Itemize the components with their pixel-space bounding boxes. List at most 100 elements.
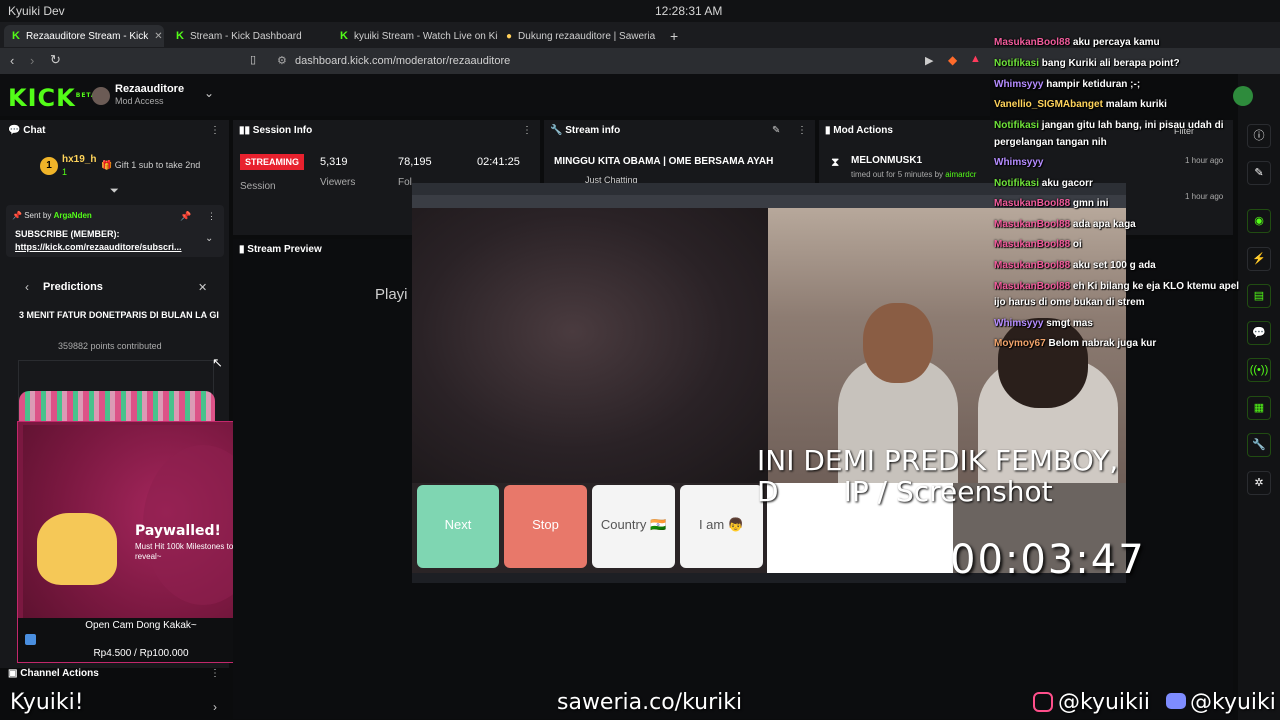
pinned-menu-icon[interactable]: ⋮ — [207, 211, 216, 222]
overlay-chat-user: MasukanBool88 — [994, 37, 1071, 48]
i-am-button[interactable]: I am 👦 — [680, 485, 763, 568]
layout-icon[interactable]: ▦ — [1247, 396, 1271, 420]
gifter-name[interactable]: hx19_h — [62, 154, 96, 165]
user-avatar[interactable] — [1233, 86, 1253, 106]
stop-button[interactable]: Stop — [504, 485, 587, 568]
overlay-chat-line: Whimsyyy — [994, 157, 1043, 168]
overlay-chat-user: Notifikasi — [994, 58, 1040, 69]
overlay-chat-message: Belom nabrak juga kur — [1048, 338, 1157, 349]
reload-icon[interactable]: ↻ — [50, 52, 61, 68]
channel-actions-menu-icon[interactable]: ⋮ — [210, 668, 220, 679]
overlay-chat-line: pergelangan tangan nih — [994, 137, 1107, 148]
new-tab-button[interactable]: + — [662, 25, 682, 47]
predictions-back-icon[interactable]: ‹ — [25, 280, 29, 294]
lightning-icon[interactable]: ⚡ — [1247, 247, 1271, 271]
countdown-timer: 00:03:47 — [950, 537, 1146, 583]
edit-stream-info-icon[interactable]: ✎ — [772, 125, 780, 136]
channel-name[interactable]: Rezaauditore — [115, 83, 184, 95]
stranger-video — [412, 208, 768, 483]
i-am-label: I am — [698, 517, 725, 532]
paywall-footer: Open Cam Dong Kakak~ Rp4.500 / Rp100.000 — [18, 618, 264, 662]
document-icon[interactable]: ▤ — [1247, 284, 1271, 308]
overlay-chat-message: aku set 100 g ada — [1072, 260, 1156, 271]
collapse-leaderboard-icon[interactable]: ⏷ — [110, 185, 119, 198]
mod-action-by[interactable]: aimardcr — [945, 170, 976, 179]
next-button[interactable]: Next — [417, 485, 499, 568]
mod-actions-title: Mod Actions — [833, 125, 893, 136]
mod-actions-header: ▮ Mod Actions — [825, 125, 893, 136]
overlay-chat-line: MasukanBool88 eh Ki bilang ke eja KLO kt… — [994, 281, 1239, 292]
viewers-label: Viewers — [320, 177, 356, 188]
overlay-chat-line: Vanellio_SIGMAbanget malam kuriki — [994, 99, 1167, 110]
browser-tab-2[interactable]: K Stream - Kick Dashboard — [168, 25, 328, 47]
gift-prompt-text: Gift 1 sub to take 2nd — [114, 160, 201, 170]
os-window-title: Kyuiki Dev — [8, 4, 65, 18]
edit-icon[interactable]: ✎ — [1247, 161, 1271, 185]
kick-logo[interactable]: KICKBETA — [8, 84, 97, 112]
overlay-chat-line: Notifikasi aku gacorr — [994, 178, 1093, 189]
overlay-chat-line: MasukanBool88 ada apa kaga — [994, 219, 1136, 230]
overlay-chat-message: bang Kuriki ali berapa point? — [1041, 58, 1180, 69]
url-field[interactable]: dashboard.kick.com/moderator/rezaauditor… — [295, 55, 510, 67]
rewards-icon[interactable]: ▲ — [970, 53, 981, 65]
channel-actions-chevron-icon[interactable]: › — [213, 700, 217, 714]
overlay-chat-user: Whimsyyy — [994, 79, 1044, 90]
headline-line-2-prefix: D — [757, 475, 779, 508]
close-tab-icon[interactable]: ✕ — [154, 31, 162, 42]
tab-label: Dukung rezaauditore | Saweria — [518, 30, 656, 42]
stream-info-menu-icon[interactable]: ⋮ — [797, 125, 807, 136]
pinned-sender: 📌 Sent by ArgaNden — [12, 211, 92, 220]
overlay-chat-line: Moymoy67 Belom nabrak juga kur — [994, 338, 1156, 349]
overlay-chat-line: Notifikasi jangan gitu lah bang, ini pis… — [994, 120, 1223, 131]
followers-label: Fol — [398, 177, 412, 188]
tab-label: Stream - Kick Dashboard — [189, 30, 302, 42]
chat-bubble-icon[interactable]: 💬 — [1247, 321, 1271, 345]
overlay-chat-user: Notifikasi — [994, 178, 1040, 189]
progress-icon — [25, 634, 36, 645]
chat-menu-icon[interactable]: ⋮ — [210, 125, 220, 136]
info-icon[interactable]: ⓘ — [1247, 124, 1271, 148]
session-menu-icon[interactable]: ⋮ — [522, 125, 532, 136]
bookmark-icon[interactable]: ▯ — [250, 53, 256, 66]
saweria-tab-icon: ● — [506, 30, 513, 42]
browser-tab-3[interactable]: K kyuiki Stream - Watch Live on Kick — [332, 25, 498, 47]
overlay-chat-message: aku percaya kamu — [1072, 37, 1160, 48]
settings-icon[interactable]: ✲ — [1247, 471, 1271, 495]
overlay-chat-message: malam kuriki — [1105, 99, 1167, 110]
overlay-chat-line: Whimsyyy smgt mas — [994, 318, 1093, 329]
pinned-user[interactable]: ArgaNden — [54, 211, 92, 220]
browser-tab-1[interactable]: K Rezaauditore Stream - Kick ✕ — [4, 25, 164, 47]
stream-preview-header: ▮ Stream Preview — [239, 244, 322, 255]
wrench-icon[interactable]: 🔧 — [1247, 433, 1271, 457]
broadcast-icon[interactable]: ((•)) — [1247, 358, 1271, 382]
pinned-link[interactable]: https://kick.com/rezaauditore/subscri... — [15, 242, 182, 252]
overlay-chat-user: MasukanBool88 — [994, 219, 1071, 230]
mouse-cursor: ↖ — [212, 355, 223, 370]
predictions-close-icon[interactable]: ✕ — [198, 281, 207, 294]
kick-tab-icon: K — [12, 30, 20, 42]
share-icon[interactable]: ▶ — [925, 54, 933, 67]
pin-icon[interactable]: 📌 — [180, 211, 191, 222]
hourglass-icon: ⧗ — [831, 155, 840, 169]
expand-pinned-chevron-icon[interactable]: ⌄ — [205, 233, 213, 244]
gift-prompt[interactable]: 🎁 Gift 1 sub to take 2nd — [101, 160, 200, 171]
channel-switch-chevron-icon[interactable]: ⌄ — [204, 86, 214, 100]
overlay-chat-user: MasukanBool88 — [994, 198, 1071, 209]
overlay-chat-message: jangan gitu lah bang, ini pisau udah di — [1041, 120, 1224, 131]
site-info-icon[interactable]: ⚙ — [277, 54, 287, 67]
overlay-chat-user: Whimsyyy — [994, 318, 1044, 329]
browser-tab-4[interactable]: ● Dukung rezaauditore | Saweria — [498, 25, 662, 47]
channel-actions-header[interactable]: ▣ Channel Actions — [8, 668, 99, 679]
logo-text: KICK — [8, 84, 76, 112]
channel-avatar — [92, 87, 110, 105]
brave-shield-icon[interactable]: ◆ — [948, 53, 957, 67]
stream-preview-title: Stream Preview — [247, 244, 322, 255]
camera-icon[interactable]: ◉ — [1247, 209, 1271, 233]
mod-action-detail-text: timed out for 5 minutes by — [851, 170, 944, 179]
country-button[interactable]: Country 🇮🇳 — [592, 485, 675, 568]
back-icon[interactable]: ‹ — [10, 53, 14, 68]
forward-icon[interactable]: › — [30, 53, 34, 68]
mod-action-user[interactable]: MELONMUSK1 — [851, 155, 922, 166]
session-title: Session Info — [252, 125, 313, 136]
paywall-amount: Rp4.500 / Rp100.000 — [93, 648, 189, 659]
